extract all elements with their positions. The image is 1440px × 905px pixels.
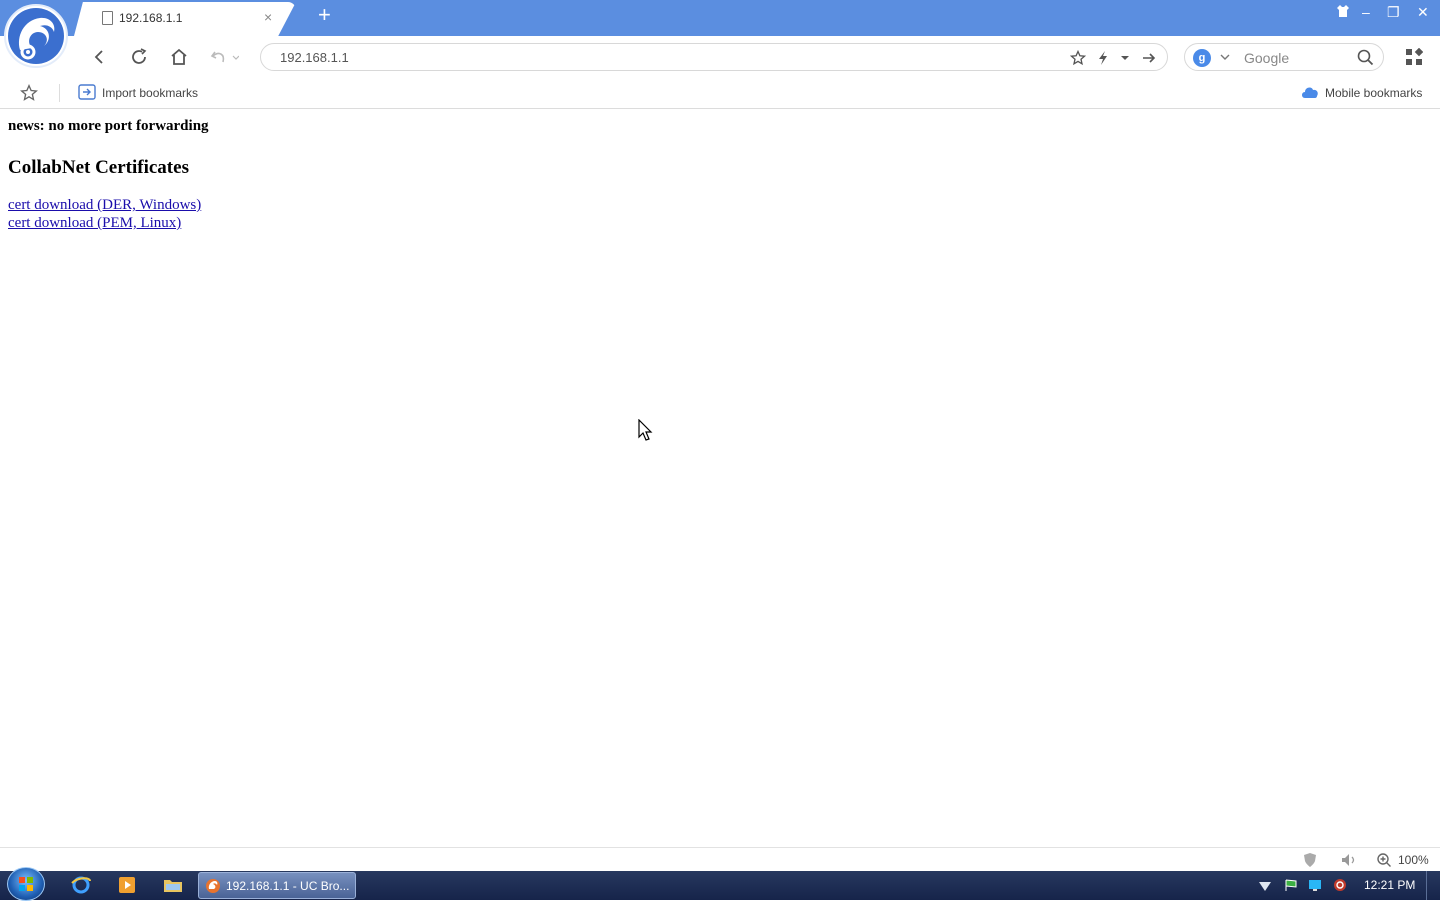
- taskbar-clock[interactable]: 12:21 PM: [1364, 878, 1415, 892]
- undo-close-tab-button[interactable]: [206, 44, 242, 70]
- page-icon: [102, 11, 113, 25]
- search-icon[interactable]: [1357, 49, 1374, 71]
- bookmarks-bar: Import bookmarks Mobile bookmarks: [0, 78, 1440, 109]
- import-bookmarks-button[interactable]: Import bookmarks: [76, 78, 206, 108]
- status-bar: 100%: [0, 847, 1440, 871]
- search-box[interactable]: g Google: [1184, 43, 1384, 71]
- undo-icon: [210, 51, 239, 63]
- home-icon: [171, 48, 187, 65]
- show-desktop-button[interactable]: [1426, 871, 1440, 900]
- shield-icon[interactable]: [1302, 852, 1318, 873]
- maximize-button[interactable]: ❐: [1387, 4, 1400, 21]
- zoom-icon[interactable]: [1376, 852, 1392, 873]
- dropdown-arrow-icon[interactable]: [1116, 49, 1134, 67]
- cert-pem-download-link[interactable]: cert download (PEM, Linux): [8, 215, 181, 232]
- squirrel-logo-icon: [8, 8, 64, 64]
- minimize-button[interactable]: –: [1362, 4, 1370, 20]
- mouse-cursor-icon: [638, 418, 654, 448]
- close-button[interactable]: ✕: [1417, 4, 1429, 21]
- engine-dropdown-icon[interactable]: [1219, 50, 1231, 68]
- shirt-icon: [1337, 5, 1349, 17]
- cert-der-download-link[interactable]: cert download (DER, Windows): [8, 197, 201, 214]
- media-player-icon[interactable]: [116, 875, 138, 895]
- tray-power-icon[interactable]: [1333, 878, 1347, 892]
- search-engine-icon[interactable]: g: [1193, 49, 1211, 67]
- mobile-bookmarks-label: Mobile bookmarks: [1325, 86, 1423, 100]
- page-content: news: no more port forwarding CollabNet …: [0, 109, 1440, 847]
- windows-logo-icon: [19, 877, 33, 891]
- back-icon: [94, 50, 103, 64]
- tab-active[interactable]: 192.168.1.1 ×: [74, 2, 296, 36]
- import-bookmarks-label: Import bookmarks: [102, 86, 199, 100]
- tab-title: 192.168.1.1: [119, 11, 183, 25]
- bookmarks-star-icon[interactable]: [20, 84, 38, 107]
- import-icon: [78, 84, 96, 105]
- address-text[interactable]: 192.168.1.1: [280, 50, 349, 65]
- skin-button[interactable]: [1336, 4, 1350, 21]
- mobile-bookmarks-button[interactable]: Mobile bookmarks: [1298, 78, 1430, 108]
- uc-browser-logo[interactable]: [4, 4, 68, 68]
- speed-mode-icon[interactable]: [1094, 49, 1112, 67]
- search-placeholder[interactable]: Google: [1244, 50, 1289, 66]
- tray-flag-icon[interactable]: [1284, 878, 1298, 892]
- address-bar[interactable]: 192.168.1.1: [260, 43, 1168, 71]
- windows-taskbar: 192.168.1.1 - UC Bro... 12:21 PM: [0, 867, 1440, 901]
- volume-icon[interactable]: [1340, 852, 1358, 873]
- new-tab-button[interactable]: +: [318, 4, 331, 26]
- tab-close-icon[interactable]: ×: [264, 9, 272, 25]
- cloud-icon: [1300, 84, 1320, 105]
- bookmark-star-icon[interactable]: [1069, 49, 1087, 67]
- go-arrow-icon[interactable]: [1140, 49, 1158, 67]
- home-button[interactable]: [166, 44, 192, 70]
- browser-titlebar: 192.168.1.1 × + – ❐ ✕: [0, 0, 1440, 36]
- bookmarks-divider: [59, 84, 60, 102]
- page-heading: CollabNet Certificates: [8, 157, 189, 178]
- file-explorer-icon[interactable]: [162, 875, 184, 895]
- internet-explorer-icon[interactable]: [70, 875, 92, 895]
- apps-grid-icon[interactable]: [1405, 47, 1424, 71]
- taskbar-uc-browser-task[interactable]: 192.168.1.1 - UC Bro...: [198, 872, 356, 899]
- taskbar-task-label: 192.168.1.1 - UC Bro...: [226, 879, 350, 893]
- tray-display-icon[interactable]: [1308, 878, 1322, 892]
- back-button[interactable]: [86, 44, 112, 70]
- uc-browser-task-icon: [205, 878, 221, 899]
- zoom-level[interactable]: 100%: [1398, 853, 1429, 867]
- news-text: news: no more port forwarding: [8, 118, 209, 134]
- tray-network-icon[interactable]: [1258, 878, 1272, 892]
- reload-button[interactable]: [126, 44, 152, 70]
- reload-icon: [132, 48, 147, 64]
- start-button[interactable]: [7, 867, 45, 901]
